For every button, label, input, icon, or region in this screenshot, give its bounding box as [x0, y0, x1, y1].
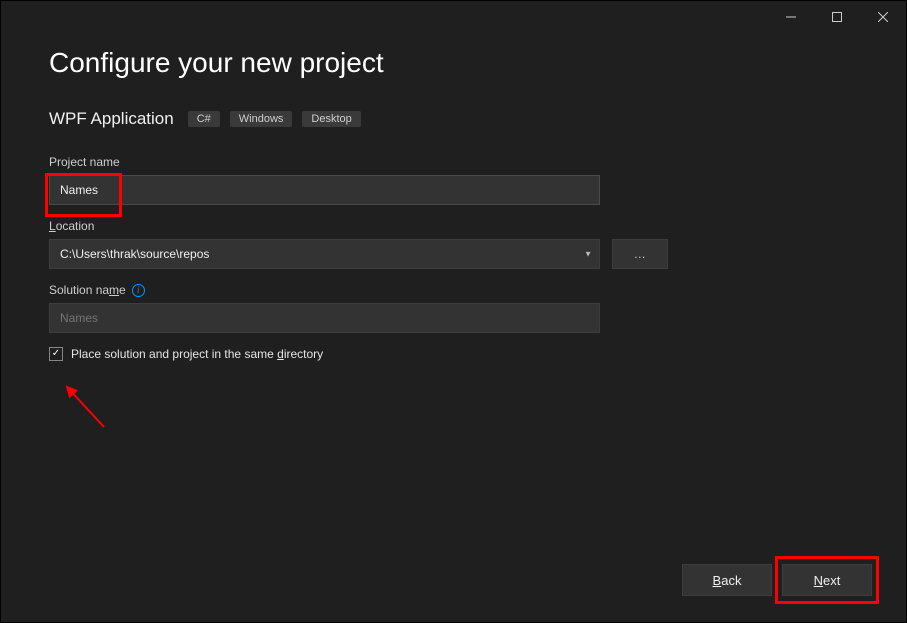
location-field: Location ▼ ... [49, 219, 858, 269]
annotation-arrow-icon [59, 382, 109, 432]
next-button[interactable]: Next [782, 564, 872, 596]
location-combo[interactable]: ▼ [49, 239, 600, 269]
back-button[interactable]: Back [682, 564, 772, 596]
same-directory-checkbox[interactable] [49, 347, 63, 361]
solution-name-input [49, 303, 600, 333]
template-tag: Desktop [302, 111, 360, 127]
location-label: Location [49, 219, 858, 233]
wizard-footer: Back Next [682, 564, 872, 596]
minimize-button[interactable] [768, 1, 814, 33]
template-tag: Windows [230, 111, 293, 127]
template-header: WPF Application C# Windows Desktop [49, 109, 858, 129]
info-icon[interactable]: i [132, 284, 145, 297]
dialog-content: Configure your new project WPF Applicati… [1, 33, 906, 361]
same-directory-row: Place solution and project in the same d… [49, 347, 858, 361]
location-input[interactable] [49, 239, 600, 269]
project-name-input[interactable] [49, 175, 600, 205]
project-name-field: Project name [49, 155, 858, 205]
titlebar [1, 1, 906, 33]
project-name-label: Project name [49, 155, 858, 169]
page-title: Configure your new project [49, 47, 858, 79]
same-directory-label: Place solution and project in the same d… [71, 347, 323, 361]
browse-button[interactable]: ... [612, 239, 668, 269]
solution-name-field: Solution name i [49, 283, 858, 333]
template-name: WPF Application [49, 109, 174, 129]
solution-name-label: Solution name i [49, 283, 858, 297]
template-tag: C# [188, 111, 220, 127]
close-button[interactable] [860, 1, 906, 33]
maximize-button[interactable] [814, 1, 860, 33]
